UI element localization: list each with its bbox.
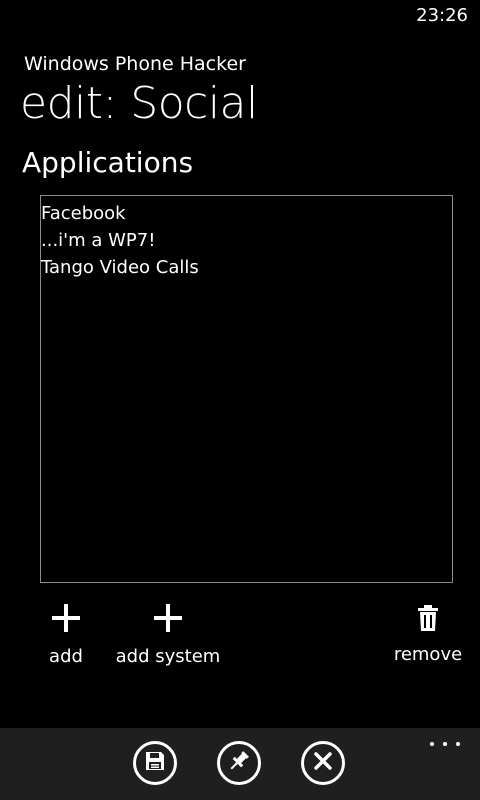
- add-button[interactable]: add: [32, 600, 100, 668]
- add-system-button[interactable]: add system: [110, 600, 226, 668]
- save-icon: [144, 750, 166, 776]
- pin-button[interactable]: [217, 741, 261, 785]
- app-bar: [0, 728, 480, 800]
- section-title: Applications: [22, 146, 194, 179]
- remove-label: remove: [393, 644, 463, 665]
- more-icon[interactable]: [430, 740, 460, 748]
- app-name: Windows Phone Hacker: [24, 53, 246, 75]
- cancel-icon: [314, 752, 332, 774]
- cancel-button[interactable]: [301, 741, 345, 785]
- applications-list[interactable]: Facebook ...i'm a WP7! Tango Video Calls: [40, 195, 453, 583]
- plus-icon: [32, 600, 100, 636]
- plus-icon: [110, 600, 226, 636]
- save-button[interactable]: [133, 741, 177, 785]
- status-bar: 23:26: [0, 0, 480, 32]
- list-item[interactable]: ...i'm a WP7!: [41, 227, 452, 254]
- list-item[interactable]: Facebook: [41, 200, 452, 227]
- list-item[interactable]: Tango Video Calls: [41, 254, 452, 281]
- page-title: edit: Social: [20, 78, 258, 129]
- clock: 23:26: [416, 5, 468, 26]
- add-label: add: [49, 646, 83, 667]
- pin-icon: [227, 749, 251, 777]
- add-system-label: add system: [115, 646, 221, 667]
- remove-button[interactable]: remove: [388, 600, 468, 666]
- trash-icon: [388, 600, 468, 636]
